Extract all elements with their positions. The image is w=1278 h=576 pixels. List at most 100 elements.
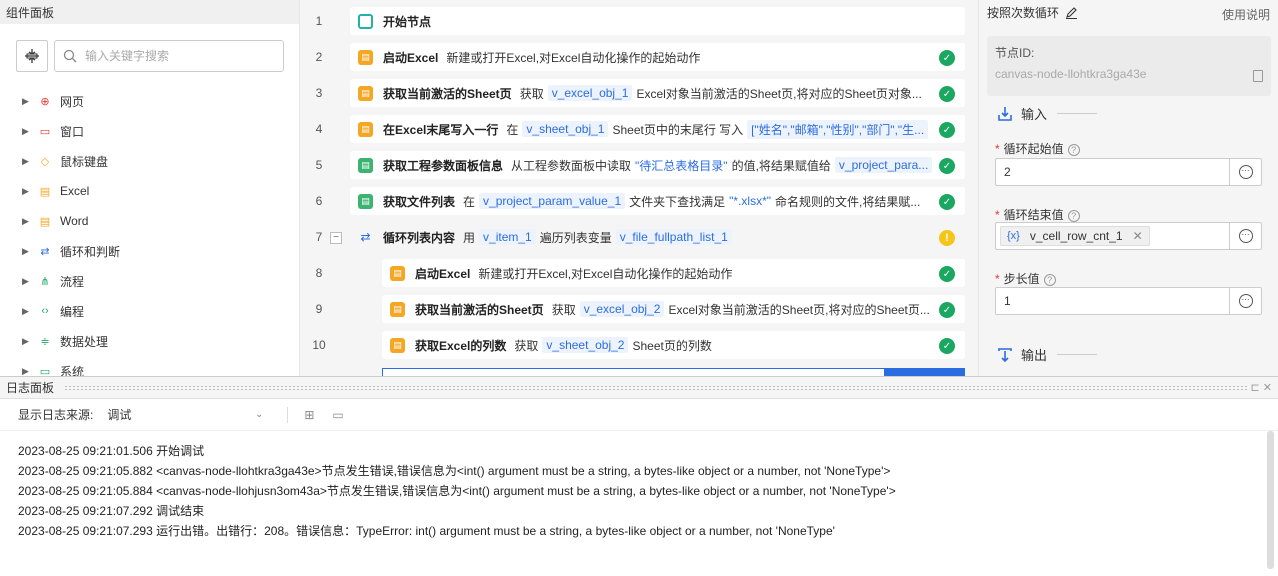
flow-node-card[interactable]: ▤ 获取工程参数面板信息 从工程参数面板中读取 "待汇总表格目录" 的值,将结果赋值给 v… (350, 151, 965, 179)
tree-item-label: 窗口 (60, 124, 85, 139)
field-input-step[interactable]: 1 (995, 287, 1230, 315)
caret-right-icon[interactable]: ▶ (22, 96, 32, 107)
field-more-button-step[interactable]: ··· (1229, 287, 1262, 315)
flow-node-card[interactable]: ▤ 获取当前激活的Sheet页 获取 v_excel_obj_1 Excel对象当前激活… (350, 79, 965, 107)
collapse-toggle-icon[interactable]: − (330, 232, 342, 244)
field-label-step: * 步长值? (995, 270, 1056, 287)
variable-tag: {x} v_cell_row_cnt_1 ✕ (1000, 226, 1150, 246)
caret-right-icon[interactable]: ▶ (22, 216, 32, 227)
caret-right-icon[interactable]: ▶ (22, 366, 32, 377)
log-scrollbar[interactable] (1267, 431, 1274, 569)
tree-item[interactable]: ▶ ▭ 窗口 (22, 116, 282, 146)
flow-row[interactable]: 4 ▤ 在Excel末尾写入一行在 v_sheet_obj_1 Sheet页中的末尾行 … (300, 112, 978, 148)
flow-row[interactable]: 1 开始节点 (300, 4, 978, 40)
log-source-select[interactable]: 调试 ⌄ (107, 406, 263, 423)
variable-icon: {x} (1007, 230, 1020, 242)
caret-right-icon[interactable]: ▶ (22, 186, 32, 197)
clear-log-icon[interactable]: ⊞ (304, 408, 314, 422)
flow-node-card[interactable]: ▤ 启动Excel 新建或打开Excel,对Excel自动化操作的起始动作 ✓ (382, 259, 965, 287)
node-icon: ▤ (358, 157, 373, 173)
flow-row[interactable]: 9 ▤ 获取当前激活的Sheet页 获取 v_excel_obj_2 Excel对象当前激… (300, 292, 978, 328)
variable-chip: v_file_fullpath_list_1 (615, 229, 732, 245)
resize-grip[interactable] (64, 384, 1248, 391)
edit-icon[interactable] (1065, 6, 1078, 19)
caret-right-icon[interactable]: ▶ (22, 246, 32, 257)
flow-row[interactable]: 3 ▤ 获取当前激活的Sheet页 获取 v_excel_obj_1 Excel对象当前激… (300, 76, 978, 112)
tree-item[interactable]: ▶ ◇ 鼠标键盘 (22, 146, 282, 176)
help-link[interactable]: 使用说明 (1222, 6, 1270, 23)
mouse-keyboard-icon: ◇ (40, 155, 50, 168)
node-desc: 遍历列表变量 (539, 230, 612, 245)
caret-right-icon[interactable]: ▶ (22, 126, 32, 137)
log-lines: 2023-08-25 09:21:01.506 开始调试 2023-08-25 0… (0, 431, 1278, 541)
node-id-label: 节点ID: (995, 46, 1035, 60)
tree-item[interactable]: ▶ ⇄ 循环和判断 (22, 236, 282, 266)
check-icon: ✓ (939, 194, 955, 210)
variable-chip: ["姓名","邮箱","性别","部门","生... (747, 119, 929, 139)
properties-panel: 按照次数循环 使用说明 节点ID: canvas-node-llohtkra3g… (978, 0, 1278, 376)
tree-item[interactable]: ▶ ▤ Excel (22, 176, 282, 206)
field-more-button-start[interactable]: ··· (1229, 158, 1262, 186)
field-input-end[interactable]: {x} v_cell_row_cnt_1 ✕ (995, 222, 1230, 250)
tree-item-label: 鼠标键盘 (60, 154, 109, 169)
variable-tag-label: v_cell_row_cnt_1 (1029, 229, 1123, 243)
flow-row[interactable]: 10 ▤ 获取Excel的列数 获取 v_sheet_obj_2 Sheet页的列数 ✓ (300, 328, 978, 364)
output-section-label: 输出 (1021, 348, 1048, 363)
log-line: 2023-08-25 09:21:05.882 <canvas-node-llo… (18, 464, 891, 478)
loop-icon: ⇄ (40, 245, 50, 258)
flow-row[interactable]: 6 ▤ 获取文件列表在 v_project_param_value_1 文件夹下查找满足… (300, 184, 978, 220)
field-more-button-end[interactable]: ··· (1229, 222, 1262, 250)
collapse-icon (25, 49, 39, 63)
check-icon: ✓ (939, 122, 955, 138)
flow-row[interactable]: 7− ⇄ 循环列表内容用 v_item_1 遍历列表变量 v_file_fullpath_… (300, 220, 978, 256)
node-desc: 获取 (514, 338, 539, 353)
excel-icon: ▤ (39, 185, 51, 198)
flow-row[interactable]: 2 ▤ 启动Excel 新建或打开Excel,对Excel自动化操作的起始动作 ✓ (300, 40, 978, 76)
copy-icon[interactable] (1253, 70, 1263, 82)
flow-node-card[interactable]: 开始节点 (350, 7, 965, 35)
log-header[interactable]: 日志面板 ⊏ ✕ (0, 377, 1278, 399)
line-number: 3 (315, 86, 323, 100)
tree-item[interactable]: ▶ ≑ 数据处理 (22, 326, 282, 356)
log-panel: 日志面板 ⊏ ✕ 显示日志来源: 调试 ⌄ ⊞ ▭ 2023-08-25 09:… (0, 376, 1278, 576)
line-number: 8 (315, 266, 323, 280)
check-icon: ✓ (939, 50, 955, 66)
tree-item[interactable]: ▶ ‹› 编程 (22, 296, 282, 326)
close-icon[interactable]: ✕ (1133, 229, 1143, 243)
flow-row[interactable]: 8 ▤ 启动Excel 新建或打开Excel,对Excel自动化操作的起始动作 ✓ (300, 256, 978, 292)
caret-right-icon[interactable]: ▶ (22, 276, 32, 287)
input-section-label: 输入 (1021, 107, 1048, 122)
selected-row-edge[interactable] (382, 368, 965, 376)
variable-chip: v_project_para... (834, 157, 933, 173)
flow-node-card[interactable]: ▤ 获取Excel的列数 获取 v_sheet_obj_2 Sheet页的列数 ✓ (382, 331, 965, 359)
tree-item[interactable]: ▶ ⊕ 网页 (22, 86, 282, 116)
help-icon: ? (1067, 210, 1080, 222)
tree-item[interactable]: ▶ ⋔ 流程 (22, 266, 282, 296)
node-title: 在Excel末尾写入一行 (383, 122, 499, 137)
chevron-down-icon: ⌄ (254, 409, 264, 420)
collapse-all-button[interactable] (16, 40, 48, 72)
line-number: 10 (312, 338, 326, 352)
folder-icon[interactable]: ▭ (332, 408, 343, 422)
caret-right-icon[interactable]: ▶ (22, 336, 32, 347)
flow-node-card[interactable]: ▤ 在Excel末尾写入一行在 v_sheet_obj_1 Sheet页中的末尾行 写… (350, 115, 965, 143)
log-window-controls[interactable]: ⊏ ✕ (1251, 381, 1273, 394)
check-icon: ✓ (939, 338, 955, 354)
properties-title: 按照次数循环 (987, 5, 1060, 20)
flow-node-card[interactable]: ▤ 获取当前激活的Sheet页 获取 v_excel_obj_2 Excel对象当前激活… (382, 295, 965, 323)
caret-right-icon[interactable]: ▶ (22, 156, 32, 167)
variable-chip: v_excel_obj_2 (579, 301, 665, 317)
caret-right-icon[interactable]: ▶ (22, 306, 32, 317)
flow-node-card[interactable]: ⇄ 循环列表内容用 v_item_1 遍历列表变量 v_file_fullpath_li… (350, 223, 965, 251)
tree-item[interactable]: ▶ ▤ Word (22, 206, 282, 236)
flow-node-card[interactable]: ▤ 获取文件列表在 v_project_param_value_1 文件夹下查找满足 "… (350, 187, 965, 215)
component-search[interactable] (54, 40, 284, 72)
flow-node-card[interactable]: ▤ 启动Excel 新建或打开Excel,对Excel自动化操作的起始动作 ✓ (350, 43, 965, 71)
node-desc: 的值,将结果赋值给 (731, 158, 831, 173)
field-input-start[interactable]: 2 (995, 158, 1230, 186)
field-label-end: * 循环结束值? (995, 206, 1080, 223)
node-icon: ▤ (390, 301, 405, 317)
flow-row[interactable]: 5 ▤ 获取工程参数面板信息 从工程参数面板中读取 "待汇总表格目录" 的值,将结果赋值给… (300, 148, 978, 184)
node-icon: ▤ (358, 121, 373, 137)
component-search-input[interactable] (85, 49, 275, 63)
